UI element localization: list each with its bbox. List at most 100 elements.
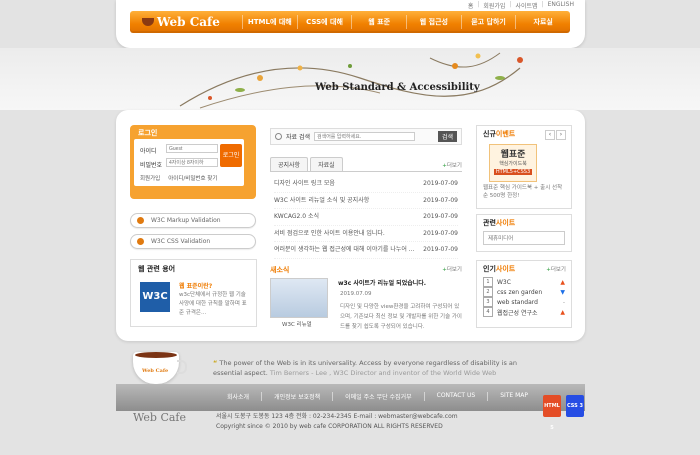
footer-link-privacy[interactable]: 개인정보 보호정책 <box>261 392 332 401</box>
trend-up-icon: ▲ <box>560 308 565 316</box>
markup-validation-button[interactable]: W3C Markup Validation <box>130 213 256 228</box>
footer-logo: Web Cafe <box>133 411 187 424</box>
quote-block: “ The power of the Web is in its univers… <box>213 358 543 378</box>
brand-name: Web Cafe <box>157 15 220 29</box>
w3c-icon <box>137 217 144 224</box>
news-thumbnail[interactable] <box>270 277 328 318</box>
copyright: Copyright since © 2010 by web cafe CORPO… <box>216 423 443 430</box>
login-button[interactable]: 로그인 <box>220 144 242 167</box>
quote-author: Tim Berners - Lee , W3C Director and inv… <box>269 369 497 377</box>
css-validation-button[interactable]: W3C CSS Validation <box>130 234 256 249</box>
list-item[interactable]: W3C 사이트 리뉴얼 소식 및 공지사항 2019-07-09 <box>274 193 458 209</box>
related-title-a: 관련 <box>483 219 496 227</box>
join-button[interactable]: 회원가입 <box>140 174 160 182</box>
content-column: 자료 검색 검색 공지사항 자료실 +더보기 디자인 사이트 링크 모음2019… <box>270 128 462 348</box>
utility-links: 홈 | 회원가입 | 사이트맵 | ENGLISH <box>467 1 574 10</box>
footer-link-sitemap[interactable]: SITE MAP <box>487 392 540 401</box>
find-account-link[interactable]: 아이디/비밀번호 찾기 <box>168 174 217 182</box>
footer-info: 서울시 도봉구 도봉동 123 4층 전화 : 02-234-2345 E-ma… <box>216 412 458 432</box>
floral-decoration <box>179 52 523 109</box>
trend-same-icon: - <box>562 298 565 306</box>
cup-label: Web Cafe <box>142 368 169 374</box>
nav-accessibility[interactable]: 웹 접근성 <box>406 15 461 29</box>
notice-more-link[interactable]: +더보기 <box>442 161 462 171</box>
footer-link-company[interactable]: 회사소개 <box>215 392 261 401</box>
popular-title-b: 사이트 <box>495 265 516 273</box>
search-icon <box>275 133 282 140</box>
trend-down-icon: ▼ <box>560 288 565 296</box>
news-title: 새소식 <box>270 265 290 274</box>
home-link[interactable]: 홈 <box>468 1 474 10</box>
nav-library[interactable]: 자료실 <box>515 15 570 29</box>
list-item[interactable]: 서비 점검으로 인한 사이트 이용안내 입니다. 2019-07-09 <box>274 226 458 242</box>
list-item[interactable]: 3 web standard - <box>483 297 565 307</box>
nav-web-standard[interactable]: 웹 표준 <box>351 15 406 29</box>
list-item[interactable]: 4 웹접근성 연구소 ▲ <box>483 307 565 317</box>
search-button[interactable]: 검색 <box>437 131 457 142</box>
news-more-link[interactable]: +더보기 <box>442 265 462 275</box>
login-box: 로그인 아이디 비밀번호 로그인 회원가입 아이디/비밀번호 찾기 <box>130 125 256 199</box>
news-date: 2019.07.09 <box>340 290 372 297</box>
news-headline[interactable]: w3c 사이트가 리뉴얼 되었습니다. <box>338 278 426 287</box>
sitemap-link[interactable]: 사이트맵 <box>516 1 538 10</box>
tab-library[interactable]: 자료실 <box>310 157 343 171</box>
list-item[interactable]: KWCAG2.0 소식 2019-07-09 <box>274 209 458 226</box>
event-title-a: 신규 <box>483 130 496 138</box>
term-title[interactable]: 웹 표준이란? <box>179 281 212 290</box>
event-title-b: 이벤트 <box>495 130 516 138</box>
html5-badge-icon: HTML 5 <box>543 395 561 431</box>
list-item[interactable]: 1 W3C ▲ <box>483 277 565 287</box>
nav-qna[interactable]: 묻고 답하기 <box>460 15 516 29</box>
main-nav: Web Cafe HTML에 대해 CSS에 대해 웹 표준 웹 접근성 묻고 … <box>130 11 570 33</box>
english-link[interactable]: ENGLISH <box>548 1 574 10</box>
join-link[interactable]: 회원가입 <box>483 1 505 10</box>
footer-link-contact[interactable]: CONTACT US <box>423 392 488 401</box>
prev-arrow-icon[interactable]: ‹ <box>545 130 555 140</box>
search-input[interactable] <box>314 132 415 141</box>
nav-html[interactable]: HTML에 대해 <box>242 15 297 29</box>
footer-link-email[interactable]: 이메일 주소 무단 수집거부 <box>332 392 423 401</box>
event-book-image[interactable]: 웹표준 핵심가이드북 HTML5+CSS3 <box>489 144 537 182</box>
notice-list: 디자인 사이트 링크 모음 2019-07-09 W3C 사이트 리뉴얼 소식 및… <box>270 176 462 259</box>
site-logo[interactable]: Web Cafe <box>130 15 242 29</box>
id-label: 아이디 <box>140 148 157 155</box>
pw-label: 비밀번호 <box>140 162 163 169</box>
pw-input[interactable] <box>166 158 218 167</box>
coffee-cup-icon: Web Cafe <box>133 352 187 388</box>
new-event-box: 신규이벤트 ‹ › 웹표준 핵심가이드북 HTML5+CSS3 웹표준 핵심 가… <box>476 125 572 209</box>
popular-more-link[interactable]: +더보기 <box>546 265 566 273</box>
login-form: 아이디 비밀번호 로그인 회원가입 아이디/비밀번호 찾기 <box>134 139 244 186</box>
next-arrow-icon[interactable]: › <box>556 130 566 140</box>
w3c-logo: W3C <box>140 282 170 312</box>
book-tag: HTML5+CSS3 <box>494 169 532 175</box>
banner-title: Web Standard & Accessibility <box>315 82 480 93</box>
related-title-b: 사이트 <box>495 219 516 227</box>
w3c-icon <box>137 238 144 245</box>
popular-sites-box: 인기사이트 +더보기 1 W3C ▲ 2 css zen garden ▼ 3 web s… <box>476 260 572 328</box>
nav-css[interactable]: CSS에 대해 <box>296 15 352 29</box>
id-input[interactable] <box>166 144 218 153</box>
cup-icon <box>142 18 154 26</box>
footer-links: 회사소개 개인정보 보호정책 이메일 주소 무단 수집거부 CONTACT US… <box>215 392 540 401</box>
web-terms-title: 웹 관련 용어 <box>138 265 176 273</box>
search-label: 자료 검색 <box>286 134 310 141</box>
trend-up-icon: ▲ <box>560 278 565 286</box>
popular-title-a: 인기 <box>483 265 496 273</box>
address: 서울시 도봉구 도봉동 123 4층 전화 : 02-234-2345 E-ma… <box>216 413 458 420</box>
login-title: 로그인 <box>138 129 158 137</box>
hero-banner <box>0 48 700 110</box>
list-item[interactable]: 2 css zen garden ▼ <box>483 287 565 297</box>
popular-list: 1 W3C ▲ 2 css zen garden ▼ 3 web standard - 4웹… <box>477 277 571 317</box>
book-subtitle: 핵심가이드북 <box>499 161 527 167</box>
related-select[interactable]: 제휴미디어 <box>483 231 565 245</box>
related-sites-box: 관련사이트 제휴미디어 <box>476 214 572 252</box>
event-desc: 웹표준 핵심 가이드북 + 출시 선착순 500명 한정! <box>483 185 563 199</box>
term-desc: w3c단체에서 규정한 웹 기술 사양에 대한 규칙을 말하며 표준 규격은..… <box>179 292 247 316</box>
book-title: 웹표준 <box>500 150 526 160</box>
list-item[interactable]: 여러분이 생각하는 웹 접근성에 대해 이야기를 나누어 ... 2019-07-… <box>274 242 458 259</box>
news-body: 디자인 및 다양한 view환경을 고려하여 구성되어 있으며, 기존보다 최신… <box>340 303 462 330</box>
list-item[interactable]: 디자인 사이트 링크 모음 2019-07-09 <box>274 176 458 193</box>
tab-notice[interactable]: 공지사항 <box>270 157 309 171</box>
quote-mark-icon: “ <box>213 359 218 367</box>
css3-badge-icon: CSS 3 <box>566 395 584 417</box>
